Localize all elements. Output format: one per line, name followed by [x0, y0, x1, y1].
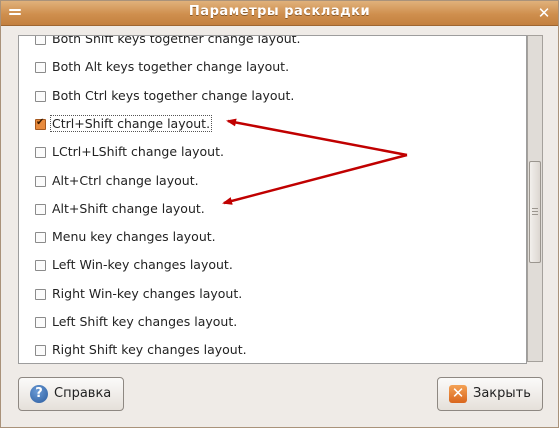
- option-label: Both Shift keys together change layout.: [52, 35, 301, 46]
- close-button[interactable]: ✕ Закрыть: [437, 377, 543, 411]
- option-row[interactable]: LCtrl+LShift change layout.: [19, 140, 519, 168]
- close-icon: ✕: [449, 385, 467, 403]
- vertical-scrollbar[interactable]: [527, 35, 543, 362]
- option-label: Right Win-key changes layout.: [52, 285, 243, 301]
- option-checkbox[interactable]: [35, 147, 46, 159]
- window-title: Параметры раскладки: [188, 4, 371, 19]
- option-checkbox[interactable]: [35, 117, 46, 130]
- option-label: Alt+Ctrl change layout.: [52, 172, 199, 188]
- option-checkbox[interactable]: [35, 203, 46, 215]
- option-row[interactable]: Alt+Shift change layout.: [19, 197, 519, 225]
- option-checkbox[interactable]: [35, 62, 46, 74]
- option-row[interactable]: Alt+Ctrl change layout.: [19, 169, 519, 197]
- close-button-label: Закрыть: [473, 386, 531, 401]
- option-label: Both Ctrl keys together change layout.: [52, 87, 295, 103]
- option-row[interactable]: Left Win-key changes layout.: [19, 253, 519, 281]
- option-checkbox[interactable]: [35, 90, 46, 102]
- title-bar[interactable]: Параметры раскладки ✕: [1, 1, 558, 26]
- option-row[interactable]: Left Shift key changes layout.: [19, 310, 519, 338]
- options-list[interactable]: Both Shift keys together change layout. B…: [18, 35, 527, 364]
- option-label: Left Shift key changes layout.: [52, 314, 238, 329]
- option-checkbox[interactable]: [35, 175, 46, 187]
- option-label: Left Win-key changes layout.: [52, 257, 233, 273]
- option-row[interactable]: Right Win-key changes layout.: [19, 282, 519, 310]
- option-checkbox[interactable]: [35, 232, 46, 244]
- option-label: Both Alt keys together change layout.: [52, 59, 290, 75]
- option-label: Alt+Shift change layout.: [52, 200, 205, 216]
- option-row[interactable]: Right Shift key changes layout.: [19, 338, 519, 363]
- help-button-label: Справка: [54, 386, 112, 401]
- help-icon: ?: [30, 385, 48, 403]
- option-checkbox[interactable]: [35, 288, 46, 300]
- option-checkbox[interactable]: [35, 260, 46, 272]
- window-close-icon[interactable]: ✕: [536, 6, 552, 22]
- option-label: Ctrl+Shift change layout.: [49, 114, 213, 132]
- scrollbar-thumb[interactable]: [529, 161, 541, 263]
- option-row[interactable]: Menu key changes layout.: [19, 225, 519, 253]
- option-row[interactable]: Both Alt keys together change layout.: [19, 55, 519, 83]
- help-button[interactable]: ? Справка: [18, 377, 124, 411]
- option-label: LCtrl+LShift change layout.: [52, 144, 224, 160]
- layout-options-dialog: Параметры раскладки ✕ Both Shift keys to…: [0, 0, 559, 428]
- option-checkbox[interactable]: [35, 36, 46, 45]
- option-label: Menu key changes layout.: [52, 229, 216, 245]
- option-row[interactable]: Both Shift keys together change layout.: [19, 35, 519, 55]
- option-checkbox[interactable]: [35, 317, 46, 328]
- option-row[interactable]: Ctrl+Shift change layout.: [19, 112, 519, 140]
- option-row[interactable]: Both Ctrl keys together change layout.: [19, 84, 519, 112]
- option-label: Right Shift key changes layout.: [52, 342, 247, 358]
- option-checkbox[interactable]: [35, 345, 46, 357]
